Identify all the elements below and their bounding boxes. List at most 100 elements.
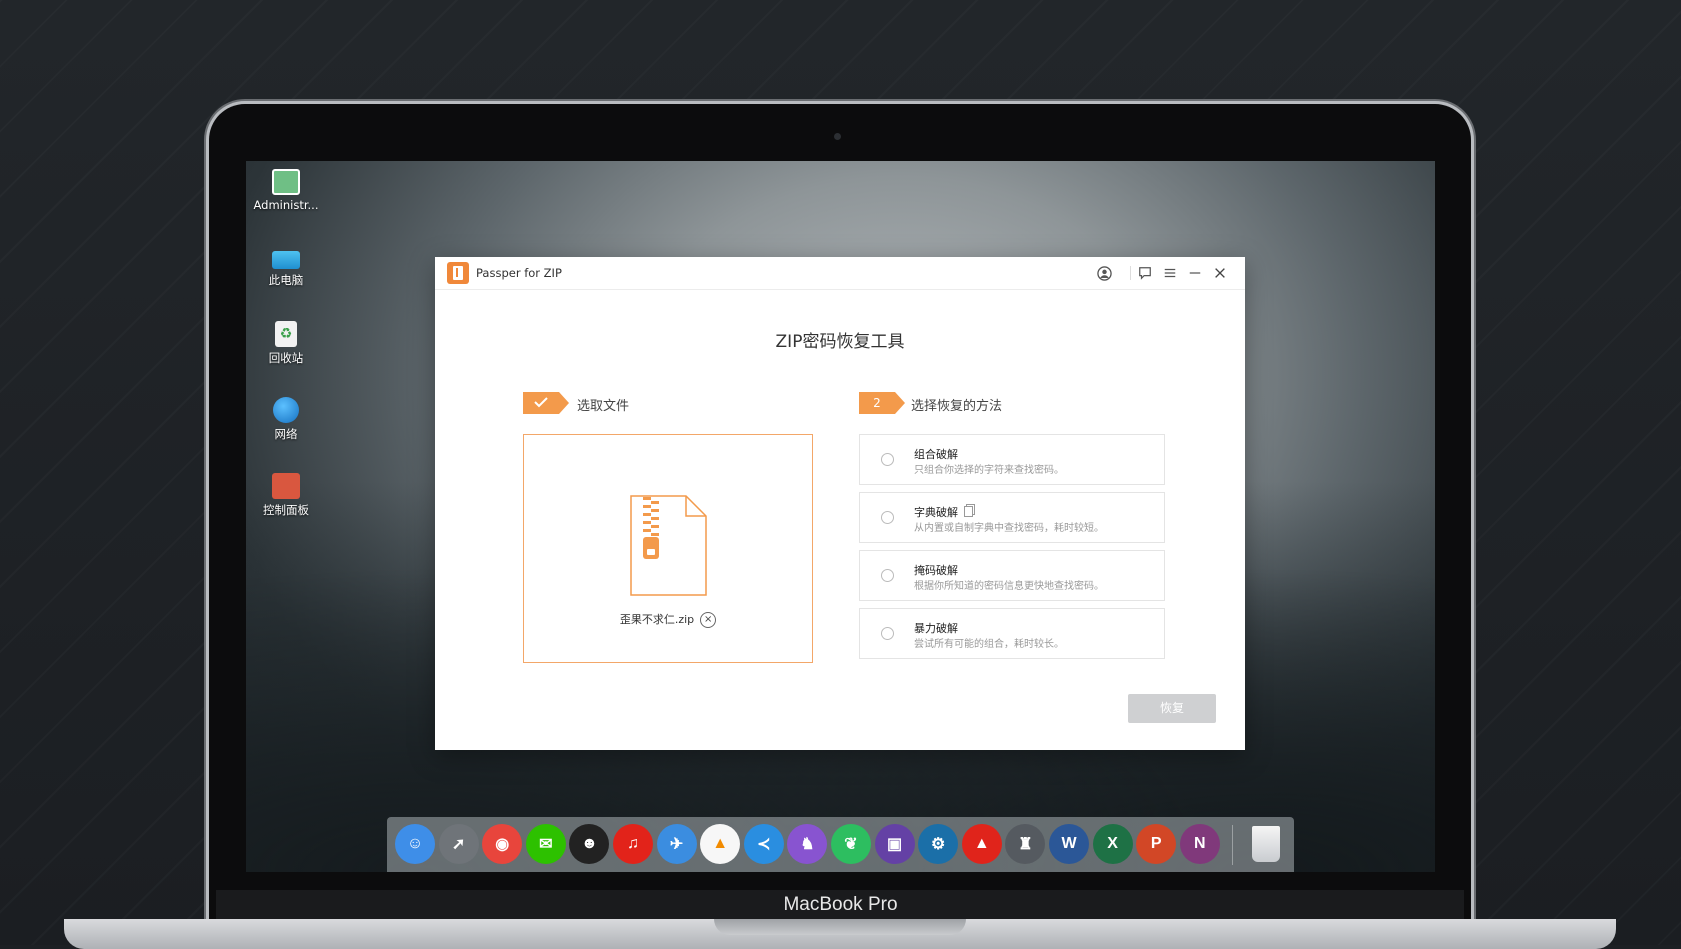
finder-icon: ☺	[406, 835, 424, 852]
dock-app-finder[interactable]: ☺	[395, 824, 435, 864]
feedback-button[interactable]	[1134, 262, 1156, 284]
titlebar-divider	[1130, 266, 1131, 280]
dock-app-evernote[interactable]: ❦	[831, 824, 871, 864]
restore-button[interactable]: 恢复	[1128, 694, 1216, 723]
option-radio[interactable]	[881, 511, 894, 524]
recycle-bin-icon: ♻	[275, 321, 297, 347]
dock-app-launchpad[interactable]: ➚	[438, 824, 479, 864]
twitch-icon: ▣	[887, 836, 903, 853]
document-icon[interactable]	[964, 506, 973, 517]
desktop-icon-control-panel[interactable]: 控制面板	[246, 473, 326, 518]
desktop-icon-this-pc[interactable]: 此电脑	[246, 245, 326, 288]
rhino-icon: ♜	[1018, 836, 1033, 853]
network-icon	[273, 397, 299, 423]
mail-bird-icon: ✈	[669, 836, 684, 853]
minimize-button[interactable]	[1184, 262, 1206, 284]
control-panel-icon	[272, 473, 300, 499]
chrome-icon: ◉	[495, 836, 510, 853]
dock-app-twitch[interactable]: ▣	[874, 824, 915, 864]
option-title: 组合破解	[914, 448, 958, 461]
option-description: 尝试所有可能的组合，耗时较长。	[914, 639, 1064, 650]
dock-app-steam[interactable]: ⚙	[918, 824, 959, 864]
user-account-icon	[1096, 265, 1112, 281]
dock-app-chrome[interactable]: ◉	[482, 824, 523, 864]
passper-window: Passper for ZIP ZIP密码恢复工具 选取文件 歪果不求仁.zip…	[435, 257, 1245, 750]
close-icon	[1215, 268, 1225, 278]
dock-app-mail-bird[interactable]: ✈	[656, 824, 697, 864]
camera	[834, 133, 841, 140]
dock: ☺ ➚ ◉ ✉ ☻ ♫ ✈ ▲ ≺ ♞ ❦ ▣ ⚙ ▲ ♜ W X P N	[387, 817, 1294, 872]
steam-icon: ⚙	[931, 836, 946, 853]
netease-music-icon: ♫	[627, 835, 639, 852]
window-title: Passper for ZIP	[476, 266, 562, 280]
menu-button[interactable]	[1159, 262, 1181, 284]
vlc-icon: ▲	[712, 835, 729, 852]
option-radio[interactable]	[881, 453, 894, 466]
dock-app-powerpoint[interactable]: P	[1136, 824, 1177, 864]
option-radio[interactable]	[881, 569, 894, 582]
step1-label: 选取文件	[577, 399, 630, 414]
option-mask[interactable]: 掩码破解 根据你所知道的密码信息更快地查找密码。	[859, 550, 1165, 601]
desktop-icon-administrator[interactable]: Administr...	[246, 169, 326, 212]
file-name-text: 歪果不求仁.zip	[619, 613, 695, 626]
selected-file: 歪果不求仁.zip ×	[524, 611, 812, 628]
qq-icon: ☻	[580, 835, 598, 852]
dock-app-onenote[interactable]: N	[1179, 824, 1220, 864]
minimize-icon	[1189, 272, 1201, 274]
desktop-icon-network[interactable]: 网络	[246, 397, 326, 442]
github-icon: ♞	[800, 836, 815, 853]
dock-app-rhino[interactable]: ♜	[1005, 824, 1046, 864]
app-logo-icon	[447, 262, 469, 284]
option-title: 掩码破解	[914, 564, 958, 577]
excel-icon: X	[1107, 835, 1118, 852]
option-description: 只组合你选择的字符来查找密码。	[914, 465, 1064, 476]
page-title: ZIP密码恢复工具	[775, 332, 905, 352]
word-icon: W	[1061, 835, 1077, 852]
option-radio[interactable]	[881, 627, 894, 640]
desktop-icon-label: 此电脑	[268, 273, 304, 287]
dock-divider	[1232, 825, 1233, 865]
title-bar[interactable]: Passper for ZIP	[435, 257, 1245, 290]
dock-app-vscode[interactable]: ≺	[743, 824, 784, 864]
option-description: 从内置或自制字典中查找密码，耗时较短。	[914, 523, 1104, 534]
dock-app-excel[interactable]: X	[1092, 824, 1133, 864]
desktop-icon-label: Administr...	[253, 198, 319, 212]
account-button[interactable]	[1093, 262, 1115, 284]
file-drop-area[interactable]: 歪果不求仁.zip ×	[523, 434, 813, 663]
option-title-row: 字典破解	[914, 504, 973, 520]
option-brute-force[interactable]: 暴力破解 尝试所有可能的组合，耗时较长。	[859, 608, 1165, 659]
dock-app-github[interactable]: ♞	[787, 824, 828, 864]
computer-icon	[272, 251, 300, 269]
desktop-icon-label: 网络	[274, 427, 298, 441]
dock-app-acrobat[interactable]: ▲	[961, 824, 1002, 864]
option-description: 根据你所知道的密码信息更快地查找密码。	[914, 581, 1104, 592]
remove-file-button[interactable]: ×	[700, 612, 717, 628]
dock-app-wechat[interactable]: ✉	[525, 824, 566, 864]
option-combination[interactable]: 组合破解 只组合你选择的字符来查找密码。	[859, 434, 1165, 485]
close-button[interactable]	[1209, 262, 1231, 284]
dock-app-netease-music[interactable]: ♫	[613, 824, 653, 864]
dock-app-vlc[interactable]: ▲	[700, 824, 741, 864]
evernote-icon: ❦	[844, 836, 858, 853]
checkmark-icon	[534, 397, 548, 408]
option-dictionary[interactable]: 字典破解 从内置或自制字典中查找密码，耗时较短。	[859, 492, 1165, 543]
zip-file-icon	[630, 495, 707, 596]
onenote-icon: N	[1194, 835, 1206, 852]
option-title: 暴力破解	[914, 622, 958, 635]
trash-icon[interactable]	[1252, 826, 1280, 862]
step1-flag	[523, 392, 569, 414]
acrobat-icon: ▲	[973, 835, 990, 852]
wechat-icon: ✉	[539, 836, 553, 853]
hamburger-menu-icon	[1164, 268, 1176, 278]
desktop-icon-recycle-bin[interactable]: ♻ 回收站	[246, 321, 326, 366]
desktop-icon-label: 控制面板	[263, 503, 309, 517]
device-label: MacBook Pro	[783, 894, 898, 915]
powerpoint-icon: P	[1150, 835, 1162, 852]
launchpad-icon: ➚	[451, 836, 466, 853]
vscode-icon: ≺	[757, 836, 771, 853]
step2-flag: 2	[859, 392, 905, 414]
dock-app-qq[interactable]: ☻	[569, 824, 610, 864]
dock-app-word[interactable]: W	[1049, 824, 1089, 864]
option-title: 字典破解	[914, 506, 958, 519]
desktop-icon-label: 回收站	[268, 351, 304, 365]
